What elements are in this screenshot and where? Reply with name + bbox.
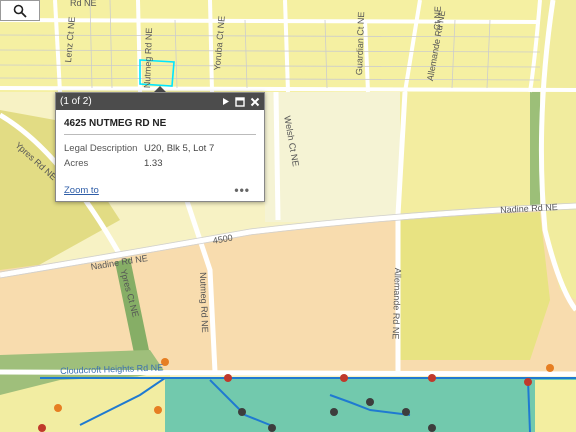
attribute-value: U20, Blk 5, Lot 7	[144, 143, 215, 154]
attribute-label: Acres	[64, 158, 89, 169]
next-feature-icon[interactable]	[221, 97, 230, 106]
yellow-zone-bottom-right	[535, 380, 576, 432]
search-button[interactable]	[0, 0, 40, 21]
popup-header: (1 of 2)	[56, 93, 264, 110]
attribute-table: Legal Description U20, Blk 5, Lot 7 Acre…	[64, 141, 214, 171]
olive-zone-right-lower	[400, 212, 550, 360]
road-label-top-right: Ct NE	[432, 5, 443, 31]
more-options-button[interactable]: •••	[234, 183, 250, 197]
search-icon	[13, 4, 27, 18]
attribute-label: Legal Description	[64, 143, 138, 154]
road-label-nutmeg: Nutmeg Rd NE	[198, 272, 211, 333]
road-label-top-ne: Rd NE	[70, 0, 97, 8]
attribute-row: Legal Description U20, Blk 5, Lot 7	[64, 141, 214, 156]
zoom-to-link[interactable]: Zoom to	[64, 185, 99, 196]
attribute-value: 1.33	[144, 158, 163, 169]
yellow-zone-right-top	[400, 92, 530, 215]
road-label-nutmeg-top: Nutmeg Rd NE	[142, 27, 155, 89]
close-icon[interactable]	[250, 97, 260, 107]
maximize-icon[interactable]	[235, 96, 245, 107]
popup-counter: (1 of 2)	[60, 96, 92, 107]
green-strip-right	[530, 92, 540, 217]
feature-popup: (1 of 2) 4625 NUTMEG RD NE Legal Descrip…	[55, 92, 265, 202]
attribute-row: Acres 1.33	[64, 156, 214, 171]
popup-title: 4625 NUTMEG RD NE	[64, 118, 256, 135]
